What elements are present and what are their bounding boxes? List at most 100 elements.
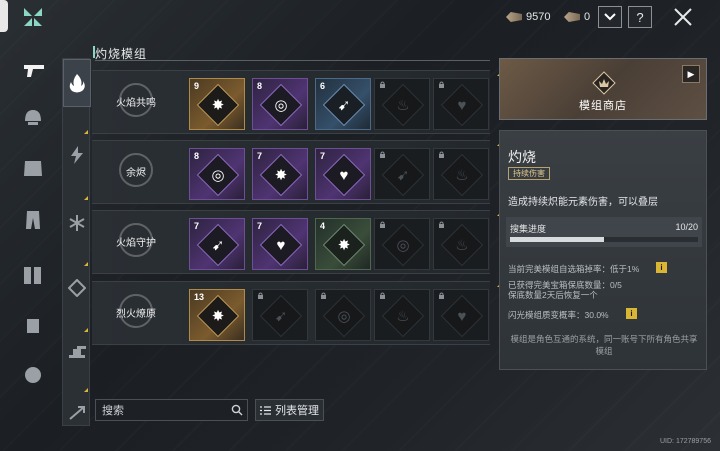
snowflake-icon	[69, 215, 85, 231]
progress-value: 10/20	[675, 222, 698, 232]
module-glyph-icon: ♥	[457, 96, 467, 114]
module-row: 余烬 ◎ 8 ✸ 7 ♥ 7 ➹ ♨	[92, 140, 501, 204]
module-shop-banner[interactable]: 模组商店 ▶	[499, 58, 707, 120]
module-count: 6	[320, 81, 326, 91]
module-slot-locked[interactable]: ◎	[374, 218, 430, 270]
tab-turret[interactable]	[63, 327, 91, 375]
effect-tag: 持续伤害	[508, 167, 550, 180]
module-glyph-icon: ♥	[276, 236, 286, 254]
category-pants[interactable]	[10, 200, 55, 240]
module-slot[interactable]: ✸ 7	[252, 148, 308, 200]
tab-more[interactable]	[63, 389, 91, 437]
help-button[interactable]: ?	[628, 6, 652, 28]
mask-icon	[24, 367, 41, 383]
module-slot-locked[interactable]: ♨	[433, 148, 489, 200]
play-icon: ▶	[687, 68, 695, 79]
module-slot-locked[interactable]: ♨	[374, 289, 430, 341]
row-label: 火焰守护	[116, 238, 156, 249]
module-glyph-icon: ◎	[211, 167, 225, 184]
module-glyph-icon: ✸	[337, 237, 351, 254]
tab-frost[interactable]	[63, 199, 91, 247]
progress-fill	[510, 237, 604, 242]
module-slot-locked[interactable]: ♨	[374, 78, 430, 130]
module-count: 4	[320, 221, 326, 231]
tab-crit[interactable]	[63, 264, 91, 312]
category-mask[interactable]	[10, 355, 55, 395]
module-slot[interactable]: ➹ 6	[315, 78, 371, 130]
module-row: 火焰共鸣 ✸ 9 ◎ 8 ➹ 6 ♨ ♥	[92, 70, 501, 134]
progress-track	[510, 237, 698, 242]
currency-a: 9570	[506, 8, 550, 26]
dropdown-button[interactable]	[598, 6, 622, 28]
module-slot[interactable]: ◎ 8	[189, 148, 245, 200]
module-count: 8	[194, 151, 200, 161]
pants-icon	[25, 211, 40, 229]
category-gloves[interactable]	[10, 305, 55, 345]
search-icon[interactable]	[231, 404, 243, 416]
new-marker	[84, 388, 88, 392]
info-footer: 模组是角色互通的系统，同一账号下所有角色共享模组	[510, 334, 698, 356]
edge-tab	[0, 0, 8, 32]
tab-shock[interactable]	[63, 131, 91, 179]
module-glyph-icon: ➹	[211, 237, 225, 254]
module-row: 烈火燎原 ✸ 13 ➹ ◎ ♨ ♥	[92, 281, 501, 345]
boots-icon	[23, 267, 41, 284]
close-icon[interactable]	[672, 6, 694, 28]
module-slot[interactable]: ✸ 13	[189, 289, 245, 341]
section-divider	[95, 60, 490, 61]
module-slot-locked[interactable]: ♥	[433, 78, 489, 130]
turret-icon	[69, 346, 86, 358]
module-slot-locked[interactable]: ◎	[315, 289, 371, 341]
arrow-icon	[69, 406, 85, 420]
module-slot-locked[interactable]: ➹	[374, 148, 430, 200]
effect-description: 造成持续炽能元素伤害，可以叠层	[508, 197, 658, 208]
module-slot[interactable]: ✸ 4	[315, 218, 371, 270]
module-slot-locked[interactable]: ♥	[433, 289, 489, 341]
module-slot[interactable]: ♥ 7	[315, 148, 371, 200]
module-type-tabs	[62, 58, 91, 426]
lock-icon	[380, 292, 385, 299]
module-slot[interactable]: ♥ 7	[252, 218, 308, 270]
lock-icon	[439, 292, 444, 299]
lock-icon	[439, 81, 444, 88]
lock-icon	[258, 292, 263, 299]
module-glyph-icon: ♨	[455, 167, 469, 184]
category-armor[interactable]	[10, 148, 55, 188]
module-slot[interactable]: ◎ 8	[252, 78, 308, 130]
row-label: 余烬	[126, 168, 146, 179]
shop-arrow-button[interactable]: ▶	[682, 65, 700, 83]
stat-recovery: 保底数量2天后恢复一个	[508, 290, 598, 300]
effect-title: 灼烧	[508, 149, 536, 165]
search-input[interactable]: 搜索	[95, 399, 248, 421]
drop-rate-info-button[interactable]: i	[656, 262, 667, 273]
pistol-icon	[23, 65, 44, 77]
helmet-icon	[24, 110, 41, 125]
new-marker	[84, 196, 88, 200]
target-icon	[68, 279, 86, 297]
module-slot-locked[interactable]: ♨	[433, 218, 489, 270]
category-boots[interactable]	[10, 255, 55, 295]
mutation-info-button[interactable]: i	[626, 308, 637, 319]
gloves-icon	[26, 319, 39, 333]
lock-icon	[321, 292, 326, 299]
currency-b: 0	[564, 8, 590, 26]
currency-b-icon	[564, 12, 580, 22]
progress-label: 搜集进度	[510, 224, 547, 234]
shop-label: 模组商店	[579, 100, 627, 112]
module-glyph-icon: ♥	[339, 166, 349, 184]
module-count: 13	[194, 292, 205, 302]
category-pistol[interactable]	[10, 50, 55, 90]
module-slot-locked[interactable]: ➹	[252, 289, 308, 341]
currency-a-value: 9570	[526, 11, 551, 23]
module-glyph-icon: ♨	[396, 308, 410, 325]
lock-icon	[380, 151, 385, 158]
tab-burn[interactable]	[63, 59, 91, 107]
new-marker	[84, 130, 88, 134]
list-manage-button[interactable]: 列表管理	[255, 399, 324, 421]
list-manage-label: 列表管理	[275, 405, 319, 417]
module-glyph-icon: ◎	[396, 237, 410, 254]
category-helmet[interactable]	[10, 98, 55, 138]
module-slot[interactable]: ✸ 9	[189, 78, 245, 130]
module-glyph-icon: ✸	[211, 308, 225, 325]
module-slot[interactable]: ➹ 7	[189, 218, 245, 270]
